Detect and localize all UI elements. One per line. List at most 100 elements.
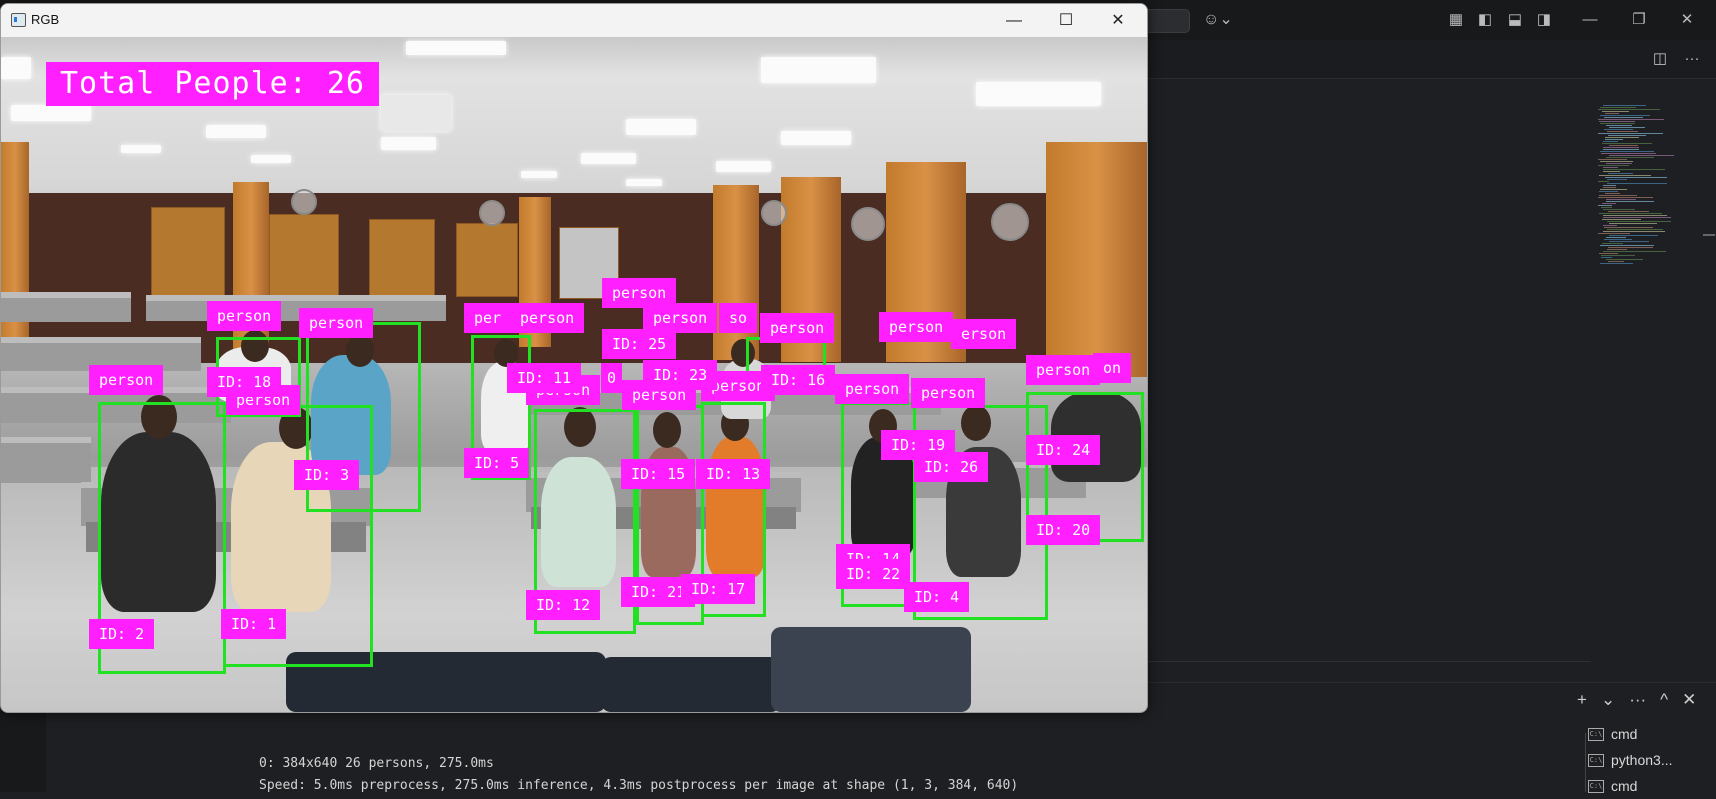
minimap-line xyxy=(1608,135,1646,136)
detection-id-label: ID: 17 xyxy=(681,574,756,604)
minimap-line xyxy=(1606,259,1643,260)
minimap-line xyxy=(1603,185,1616,186)
terminal-list: C:\ cmd C:\ python3... C:\ cmd xyxy=(1588,721,1716,799)
minimap-line xyxy=(1600,107,1636,108)
terminal-item-cmd[interactable]: C:\ cmd xyxy=(1588,773,1716,799)
minimap-line xyxy=(1598,233,1630,234)
ceiling-light xyxy=(251,155,291,163)
minimap-line xyxy=(1605,193,1620,194)
detection-id-label: ID: 12 xyxy=(526,590,601,620)
terminal-more-icon[interactable]: ··· xyxy=(1629,690,1646,710)
minimap-line xyxy=(1607,229,1663,230)
minimap-line xyxy=(1600,115,1650,116)
toggle-secondary-sidebar-icon[interactable]: ◨ xyxy=(1534,10,1554,30)
maximize-button[interactable]: ☐ xyxy=(1043,4,1089,37)
minimap-line xyxy=(1600,189,1627,190)
detection-class-label: person xyxy=(299,308,374,338)
minimap-line xyxy=(1608,247,1653,248)
terminal-line: Speed: 5.0ms preprocess, 275.0ms inferen… xyxy=(259,778,1019,793)
detection-class-label: person xyxy=(835,374,910,404)
pillar xyxy=(1046,142,1147,377)
minimap-line xyxy=(1598,119,1664,120)
minimap-line xyxy=(1602,219,1641,220)
detection-class-label: erson xyxy=(951,319,1017,349)
detection-class-label: on xyxy=(1093,353,1132,383)
ceiling-light xyxy=(206,125,266,138)
terminal-dropdown-icon[interactable]: ⌄ xyxy=(1601,690,1615,710)
minimap-line xyxy=(1609,223,1657,224)
minimap-line xyxy=(1605,177,1667,178)
toggle-primary-sidebar-icon[interactable]: ◧ xyxy=(1475,10,1495,30)
minimap-line xyxy=(1598,109,1660,110)
minimap-line xyxy=(1603,231,1665,232)
detection-id-label: ID: 20 xyxy=(1026,515,1101,545)
divider xyxy=(1585,733,1586,792)
minimap-line xyxy=(1602,203,1616,204)
minimap-line xyxy=(1606,199,1636,200)
minimap-line xyxy=(1600,263,1633,264)
projector xyxy=(381,95,451,131)
minimap-line xyxy=(1606,125,1632,126)
close-panel-icon[interactable]: ✕ xyxy=(1682,690,1696,710)
detection-id-label: ID: 25 xyxy=(602,329,677,359)
terminal-output[interactable]: 0: 384x640 26 persons, 275.0ms Speed: 5.0… xyxy=(259,753,1018,797)
window-close-icon[interactable]: ✕ xyxy=(1677,10,1697,30)
minimap-line xyxy=(1606,201,1654,202)
minimap-line xyxy=(1608,173,1633,174)
minimap-line xyxy=(1598,181,1609,182)
app-icon xyxy=(11,13,26,27)
pillar xyxy=(713,185,759,360)
ceiling-light xyxy=(11,105,91,121)
minimap-line xyxy=(1601,255,1635,256)
detection-class-label: person xyxy=(879,312,954,342)
editor-scrollbar[interactable] xyxy=(1703,234,1715,236)
minimap-line xyxy=(1599,195,1637,196)
window-titlebar[interactable]: RGB — ☐ ✕ xyxy=(1,4,1147,37)
ceiling-light xyxy=(581,153,636,164)
terminal-icon: C:\ xyxy=(1588,727,1604,741)
editor-tab-bar: ◫ ··· xyxy=(1146,40,1716,79)
terminal-icon: C:\ xyxy=(1588,779,1604,793)
detection-class-label: person xyxy=(760,313,835,343)
ceiling-light xyxy=(121,145,161,153)
divider xyxy=(1146,661,1591,662)
minimap-line xyxy=(1602,243,1623,244)
minimap-line xyxy=(1603,105,1646,106)
minimize-button[interactable]: — xyxy=(991,4,1037,37)
terminal-item-cmd[interactable]: C:\ cmd xyxy=(1588,721,1716,747)
more-actions-icon[interactable]: ··· xyxy=(1682,49,1702,69)
wall-fan xyxy=(991,203,1029,241)
toggle-panel-icon[interactable]: ⬓ xyxy=(1505,10,1525,30)
minimap-line xyxy=(1607,249,1627,250)
minimap-line xyxy=(1603,187,1616,188)
window-minimize-icon[interactable]: — xyxy=(1580,10,1600,30)
minimap-line xyxy=(1609,155,1674,156)
minimap-line xyxy=(1605,137,1639,138)
split-editor-icon[interactable]: ◫ xyxy=(1650,49,1670,69)
detection-id-label: ID: 2 xyxy=(89,619,155,649)
new-terminal-icon[interactable]: + xyxy=(1577,690,1587,710)
customize-layout-icon[interactable]: ▦ xyxy=(1446,10,1466,30)
copilot-icon[interactable]: ☺⌄ xyxy=(1203,10,1233,30)
ceiling-light xyxy=(1,57,31,79)
minimap-line xyxy=(1598,197,1653,198)
total-people-counter: Total People: 26 xyxy=(46,62,379,106)
window-title: RGB xyxy=(31,12,60,27)
ceiling-light xyxy=(521,171,557,178)
ceiling-light xyxy=(761,57,876,83)
minimap-line xyxy=(1601,257,1612,258)
minimap-line xyxy=(1607,131,1638,132)
minimap-line xyxy=(1603,209,1635,210)
window-restore-icon[interactable]: ❐ xyxy=(1629,10,1649,30)
terminal-icon: C:\ xyxy=(1588,753,1604,767)
minimap-line xyxy=(1600,123,1635,124)
detection-id-label: ID: 15 xyxy=(621,459,696,489)
minimap-line xyxy=(1600,245,1654,246)
terminal-item-python[interactable]: C:\ python3... xyxy=(1588,747,1716,773)
close-button[interactable]: ✕ xyxy=(1095,4,1141,37)
minimap-line xyxy=(1600,151,1654,152)
detection-class-label: person xyxy=(510,303,585,333)
maximize-panel-icon[interactable]: ^ xyxy=(1660,690,1668,710)
terminal-item-label: cmd xyxy=(1611,726,1638,742)
minimap[interactable] xyxy=(1598,105,1683,270)
